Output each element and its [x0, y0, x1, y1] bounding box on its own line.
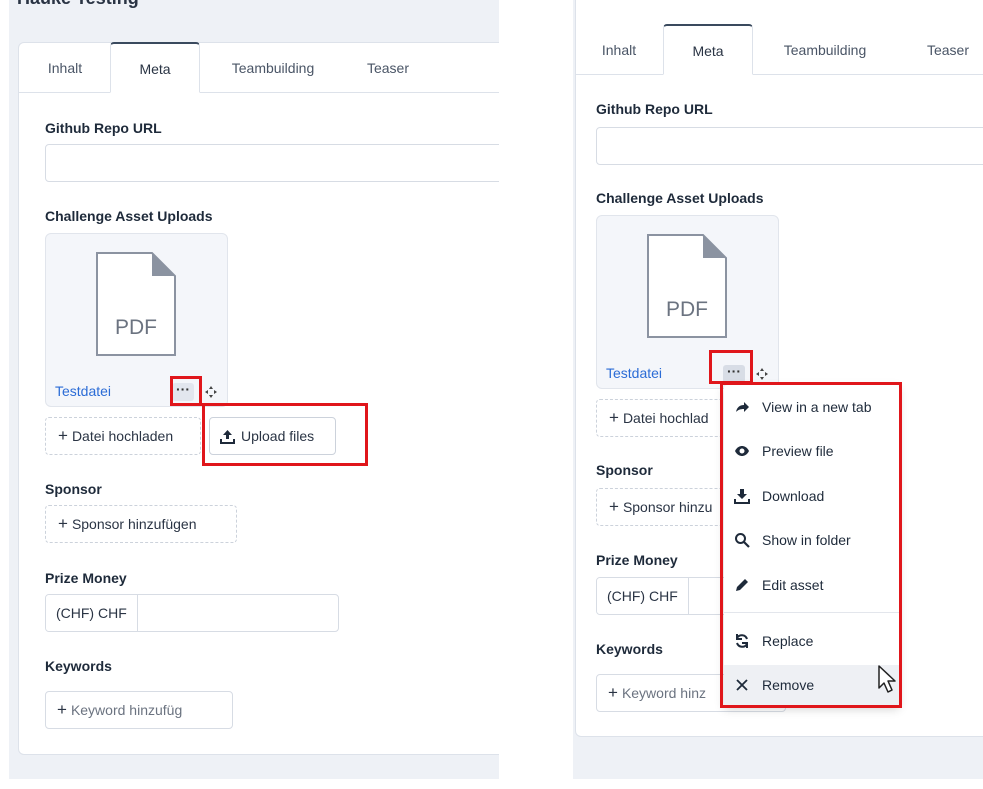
plus-icon: + — [57, 700, 67, 719]
file-type-label: PDF — [115, 316, 157, 339]
more-options-button[interactable]: ··· — [723, 364, 745, 383]
menu-item-download[interactable]: Download — [724, 476, 899, 516]
asset-name-link[interactable]: Testdatei — [606, 365, 662, 381]
add-keyword-label: Keyword hinzufüg — [70, 702, 183, 718]
plus-icon: + — [609, 408, 619, 427]
menu-item-label: Edit asset — [762, 577, 824, 593]
drag-handle-icon[interactable] — [205, 386, 217, 398]
menu-item-label: View in a new tab — [762, 399, 872, 415]
tab-teaser[interactable]: Teaser — [349, 43, 427, 93]
asset-card[interactable]: PDF Testdatei ··· — [596, 215, 779, 389]
menu-item-label: Replace — [762, 633, 814, 649]
menu-item-edit-asset[interactable]: Edit asset — [724, 565, 899, 605]
pencil-icon — [736, 579, 748, 591]
menu-item-label: Preview file — [762, 443, 834, 459]
menu-item-view-new-tab[interactable]: View in a new tab — [724, 387, 899, 427]
tab-bar: Inhalt Meta Teambuilding Teaser — [576, 24, 983, 75]
add-sponsor-label: Sponsor hinzu — [622, 499, 713, 515]
menu-item-show-in-folder[interactable]: Show in folder — [724, 520, 899, 560]
github-repo-label: Github Repo URL — [596, 101, 713, 117]
asset-card[interactable]: PDF Testdatei ··· — [45, 233, 228, 407]
close-icon — [736, 679, 748, 691]
add-keyword-label: Keyword hinz — [621, 685, 706, 701]
add-file-label: Datei hochlad — [622, 410, 709, 426]
add-sponsor-button[interactable]: + Sponsor hinzufügen — [45, 505, 237, 543]
add-file-button[interactable]: + Datei hochladen — [45, 417, 201, 455]
currency-prefix: (CHF) CHF — [597, 578, 689, 614]
github-repo-label: Github Repo URL — [45, 120, 162, 136]
prize-money-label: Prize Money — [45, 570, 127, 586]
asset-name-link[interactable]: Testdatei — [55, 383, 111, 399]
more-options-button[interactable]: ··· — [172, 382, 194, 401]
page-title: Hauke Testing — [17, 0, 139, 9]
menu-item-label: Download — [762, 488, 825, 504]
menu-item-label: Remove — [762, 677, 815, 693]
tab-inhalt[interactable]: Inhalt — [32, 43, 98, 93]
keywords-label: Keywords — [596, 641, 663, 657]
github-repo-input[interactable] — [45, 144, 499, 182]
share-arrow-icon — [736, 402, 749, 412]
eye-icon — [735, 446, 749, 456]
menu-item-remove[interactable]: Remove — [724, 665, 899, 705]
tab-bar: Inhalt Meta Teambuilding Teaser — [19, 42, 499, 93]
file-type-label: PDF — [666, 298, 708, 321]
form-card: Inhalt Meta Teambuilding Teaser Github R… — [18, 42, 499, 755]
pdf-file-icon — [96, 252, 176, 356]
menu-item-replace[interactable]: Replace — [724, 621, 899, 661]
add-keyword-input[interactable]: + Keyword hinzufüg — [45, 691, 233, 729]
sponsor-label: Sponsor — [596, 462, 653, 478]
tab-teambuilding[interactable]: Teambuilding — [214, 43, 332, 93]
prize-money-label: Prize Money — [596, 552, 678, 568]
download-icon — [734, 489, 750, 504]
github-repo-input[interactable] — [596, 127, 983, 165]
upload-files-label: Upload files — [241, 428, 315, 444]
currency-prefix: (CHF) CHF — [46, 595, 138, 631]
search-icon — [735, 533, 750, 548]
pdf-file-icon — [647, 234, 727, 338]
plus-icon: + — [58, 426, 68, 445]
menu-divider — [724, 612, 899, 613]
tab-inhalt[interactable]: Inhalt — [586, 25, 652, 75]
asset-uploads-label: Challenge Asset Uploads — [596, 190, 764, 206]
left-panel: Hauke Testing Inhalt Meta Teambuilding T… — [9, 0, 499, 779]
add-sponsor-label: Sponsor hinzufügen — [71, 516, 197, 532]
upload-icon — [220, 430, 235, 444]
plus-icon: + — [608, 683, 618, 702]
menu-item-preview-file[interactable]: Preview file — [724, 431, 899, 471]
tab-meta[interactable]: Meta — [110, 42, 200, 93]
drag-handle-icon[interactable] — [756, 368, 768, 380]
mouse-cursor-icon — [878, 665, 896, 693]
refresh-icon — [736, 634, 748, 648]
tab-teaser[interactable]: Teaser — [909, 25, 983, 75]
upload-files-button[interactable]: Upload files — [209, 417, 336, 455]
asset-uploads-label: Challenge Asset Uploads — [45, 208, 213, 224]
plus-icon: + — [58, 514, 68, 533]
prize-money-input[interactable] — [138, 595, 338, 631]
menu-item-label: Show in folder — [762, 532, 851, 548]
tab-meta[interactable]: Meta — [663, 24, 753, 75]
tab-teambuilding[interactable]: Teambuilding — [766, 25, 884, 75]
plus-icon: + — [609, 497, 619, 516]
keywords-label: Keywords — [45, 658, 112, 674]
sponsor-label: Sponsor — [45, 481, 102, 497]
asset-context-menu: View in a new tab Preview file Download … — [724, 385, 899, 706]
prize-money-field: (CHF) CHF — [45, 594, 339, 632]
add-file-label: Datei hochladen — [71, 428, 174, 444]
